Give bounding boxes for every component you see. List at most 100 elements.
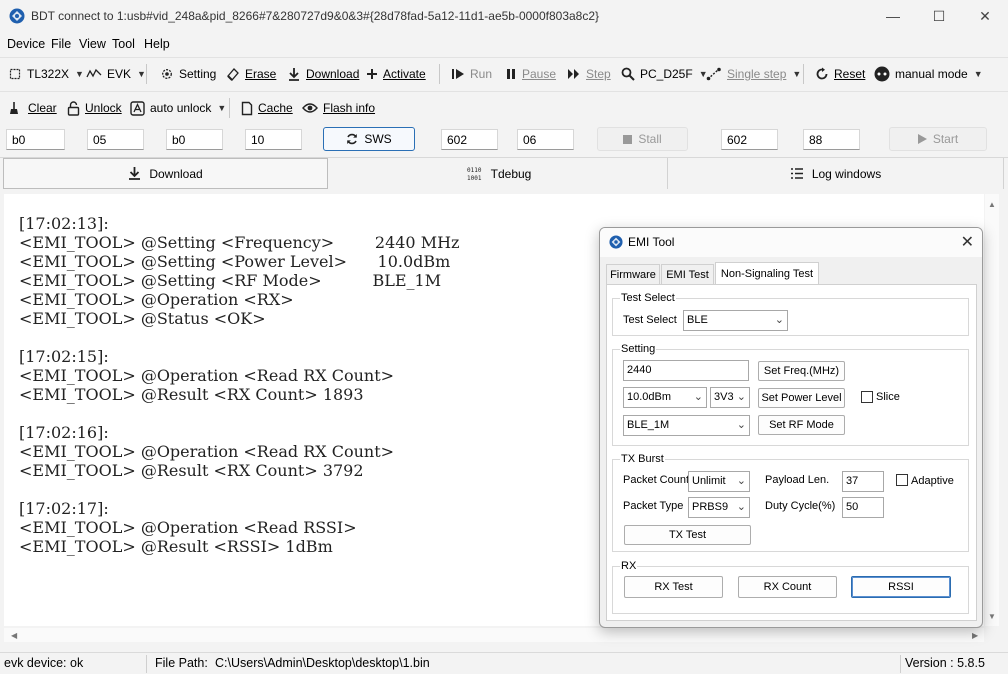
single-step-select[interactable]: Single step ▼: [706, 58, 801, 90]
scroll-left-icon[interactable]: ◀: [11, 631, 17, 640]
board-select[interactable]: EVK ▼: [86, 58, 146, 90]
tab-download[interactable]: Download: [3, 158, 328, 189]
address-field-2[interactable]: b0: [166, 129, 223, 150]
scroll-up-icon[interactable]: ▲: [988, 200, 996, 209]
set-frequency-button[interactable]: Set Freq.(MHz): [758, 361, 845, 381]
close-icon: ✕: [979, 7, 991, 24]
chip-select[interactable]: TL322X ▼: [8, 58, 84, 90]
list-icon: [790, 168, 803, 179]
tab-tdebug[interactable]: 0110 1001 Tdebug: [331, 158, 668, 189]
chevron-down-icon: ▼: [792, 69, 802, 79]
step-icon: [568, 69, 579, 79]
reset-button[interactable]: Reset: [815, 58, 865, 90]
sws-button[interactable]: SWS: [323, 127, 415, 151]
packet-type-dropdown[interactable]: PRBS9 ⌄: [688, 497, 750, 518]
address-field-3[interactable]: 602: [441, 129, 498, 150]
payload-length-input[interactable]: 37: [842, 471, 884, 492]
menu-tool[interactable]: Tool: [112, 37, 135, 51]
clear-button[interactable]: Clear: [9, 92, 57, 124]
svg-text:1001: 1001: [467, 175, 482, 181]
slice-checkbox[interactable]: [861, 391, 873, 403]
scroll-down-icon[interactable]: ▼: [988, 612, 996, 621]
menu-bar: Device File View Tool Help: [0, 33, 1008, 55]
setting-button[interactable]: Setting: [160, 58, 216, 90]
close-window-button[interactable]: ✕: [962, 0, 1008, 32]
erase-button[interactable]: Erase: [226, 58, 276, 90]
frequency-input[interactable]: 2440: [623, 360, 749, 381]
rx-count-button[interactable]: RX Count: [738, 576, 837, 598]
pc-select[interactable]: PC_D25F ▼: [621, 58, 708, 90]
app-logo-icon: [9, 8, 25, 24]
test-select-label: Test Select: [623, 314, 677, 326]
tab-non-signaling-test[interactable]: Non-Signaling Test: [715, 262, 819, 285]
mode-select[interactable]: manual mode ▼: [874, 58, 983, 90]
power-level-dropdown[interactable]: 10.0dBm ⌄: [623, 387, 707, 408]
step-button[interactable]: Step: [567, 58, 611, 90]
minimize-button[interactable]: —: [870, 0, 916, 32]
adaptive-checkbox[interactable]: [896, 474, 908, 486]
test-select-dropdown[interactable]: BLE ⌄: [683, 310, 788, 331]
tx-test-button[interactable]: TX Test: [624, 525, 751, 545]
menu-file[interactable]: File: [51, 37, 71, 51]
chevron-down-icon: ⌄: [736, 419, 746, 431]
auto-unlock-icon: [130, 100, 145, 116]
packet-count-dropdown[interactable]: Unlimit ⌄: [688, 471, 750, 492]
close-dialog-button[interactable]: ✕: [961, 232, 974, 252]
value-field-2[interactable]: 10: [245, 129, 302, 150]
maximize-icon: ☐: [932, 7, 946, 24]
run-button[interactable]: Run: [451, 58, 492, 90]
set-power-level-button[interactable]: Set Power Level: [758, 388, 845, 408]
start-button[interactable]: Start: [889, 127, 987, 151]
address-field-4[interactable]: 602: [721, 129, 778, 150]
set-rf-mode-button[interactable]: Set RF Mode: [758, 415, 845, 435]
rssi-button[interactable]: RSSI: [851, 576, 951, 598]
tab-emi-test[interactable]: EMI Test: [661, 264, 714, 284]
tab-firmware[interactable]: Firmware: [606, 264, 660, 284]
address-field-1[interactable]: b0: [6, 129, 65, 150]
value-field-4[interactable]: 88: [803, 129, 860, 150]
menu-device[interactable]: Device: [7, 37, 45, 51]
stall-button[interactable]: Stall: [597, 127, 688, 151]
window-title: BDT connect to 1:usb#vid_248a&pid_8266#7…: [31, 9, 600, 23]
pause-button[interactable]: Pause: [505, 58, 556, 90]
eraser-icon: [227, 68, 239, 81]
auto-unlock-select[interactable]: auto unlock ▼: [130, 92, 226, 124]
value-field-1[interactable]: 05: [87, 129, 144, 150]
rf-mode-dropdown[interactable]: BLE_1M ⌄: [623, 415, 750, 436]
tx-burst-group-label: TX Burst: [620, 453, 665, 465]
cache-button[interactable]: Cache: [241, 92, 293, 124]
download-icon: [289, 68, 299, 81]
toolbar-separator: [229, 98, 230, 118]
gear-icon: [162, 69, 172, 79]
value-field-3[interactable]: 06: [517, 129, 574, 150]
pause-icon: [507, 69, 515, 79]
menu-view[interactable]: View: [79, 37, 106, 51]
scroll-right-icon[interactable]: ▶: [972, 631, 978, 640]
plus-icon: [367, 69, 377, 79]
menu-help[interactable]: Help: [144, 37, 170, 51]
maximize-button[interactable]: ☐: [916, 0, 962, 32]
main-toolbar: TL322X ▼ EVK ▼ Setting Erase Download Acti…: [0, 57, 1008, 89]
setting-group-label: Setting: [620, 343, 657, 355]
vertical-scrollbar[interactable]: ▲ ▼: [985, 194, 999, 626]
rx-test-button[interactable]: RX Test: [624, 576, 723, 598]
version-label: Version : 5.8.5: [905, 656, 985, 670]
flash-info-button[interactable]: Flash info: [302, 92, 375, 124]
dialog-title: EMI Tool: [628, 235, 675, 249]
horizontal-scrollbar[interactable]: ◀ ▶: [4, 628, 984, 642]
tab-log-windows[interactable]: Log windows: [668, 158, 1004, 189]
single-step-icon: [706, 67, 721, 81]
duty-cycle-input[interactable]: 50: [842, 497, 884, 518]
download-button[interactable]: Download: [287, 58, 359, 90]
broom-icon: [10, 102, 18, 114]
packet-type-label: Packet Type: [623, 500, 684, 512]
file-path-label: File Path:: [155, 656, 208, 670]
title-bar: BDT connect to 1:usb#vid_248a&pid_8266#7…: [0, 0, 1008, 32]
activate-button[interactable]: Activate: [366, 58, 426, 90]
unlock-icon: [67, 100, 80, 116]
device-status: evk device: ok: [4, 656, 84, 670]
download-icon: [129, 167, 141, 180]
status-separator: [146, 655, 147, 673]
voltage-dropdown[interactable]: 3V3 ⌄: [710, 387, 750, 408]
unlock-button[interactable]: Unlock: [67, 92, 122, 124]
